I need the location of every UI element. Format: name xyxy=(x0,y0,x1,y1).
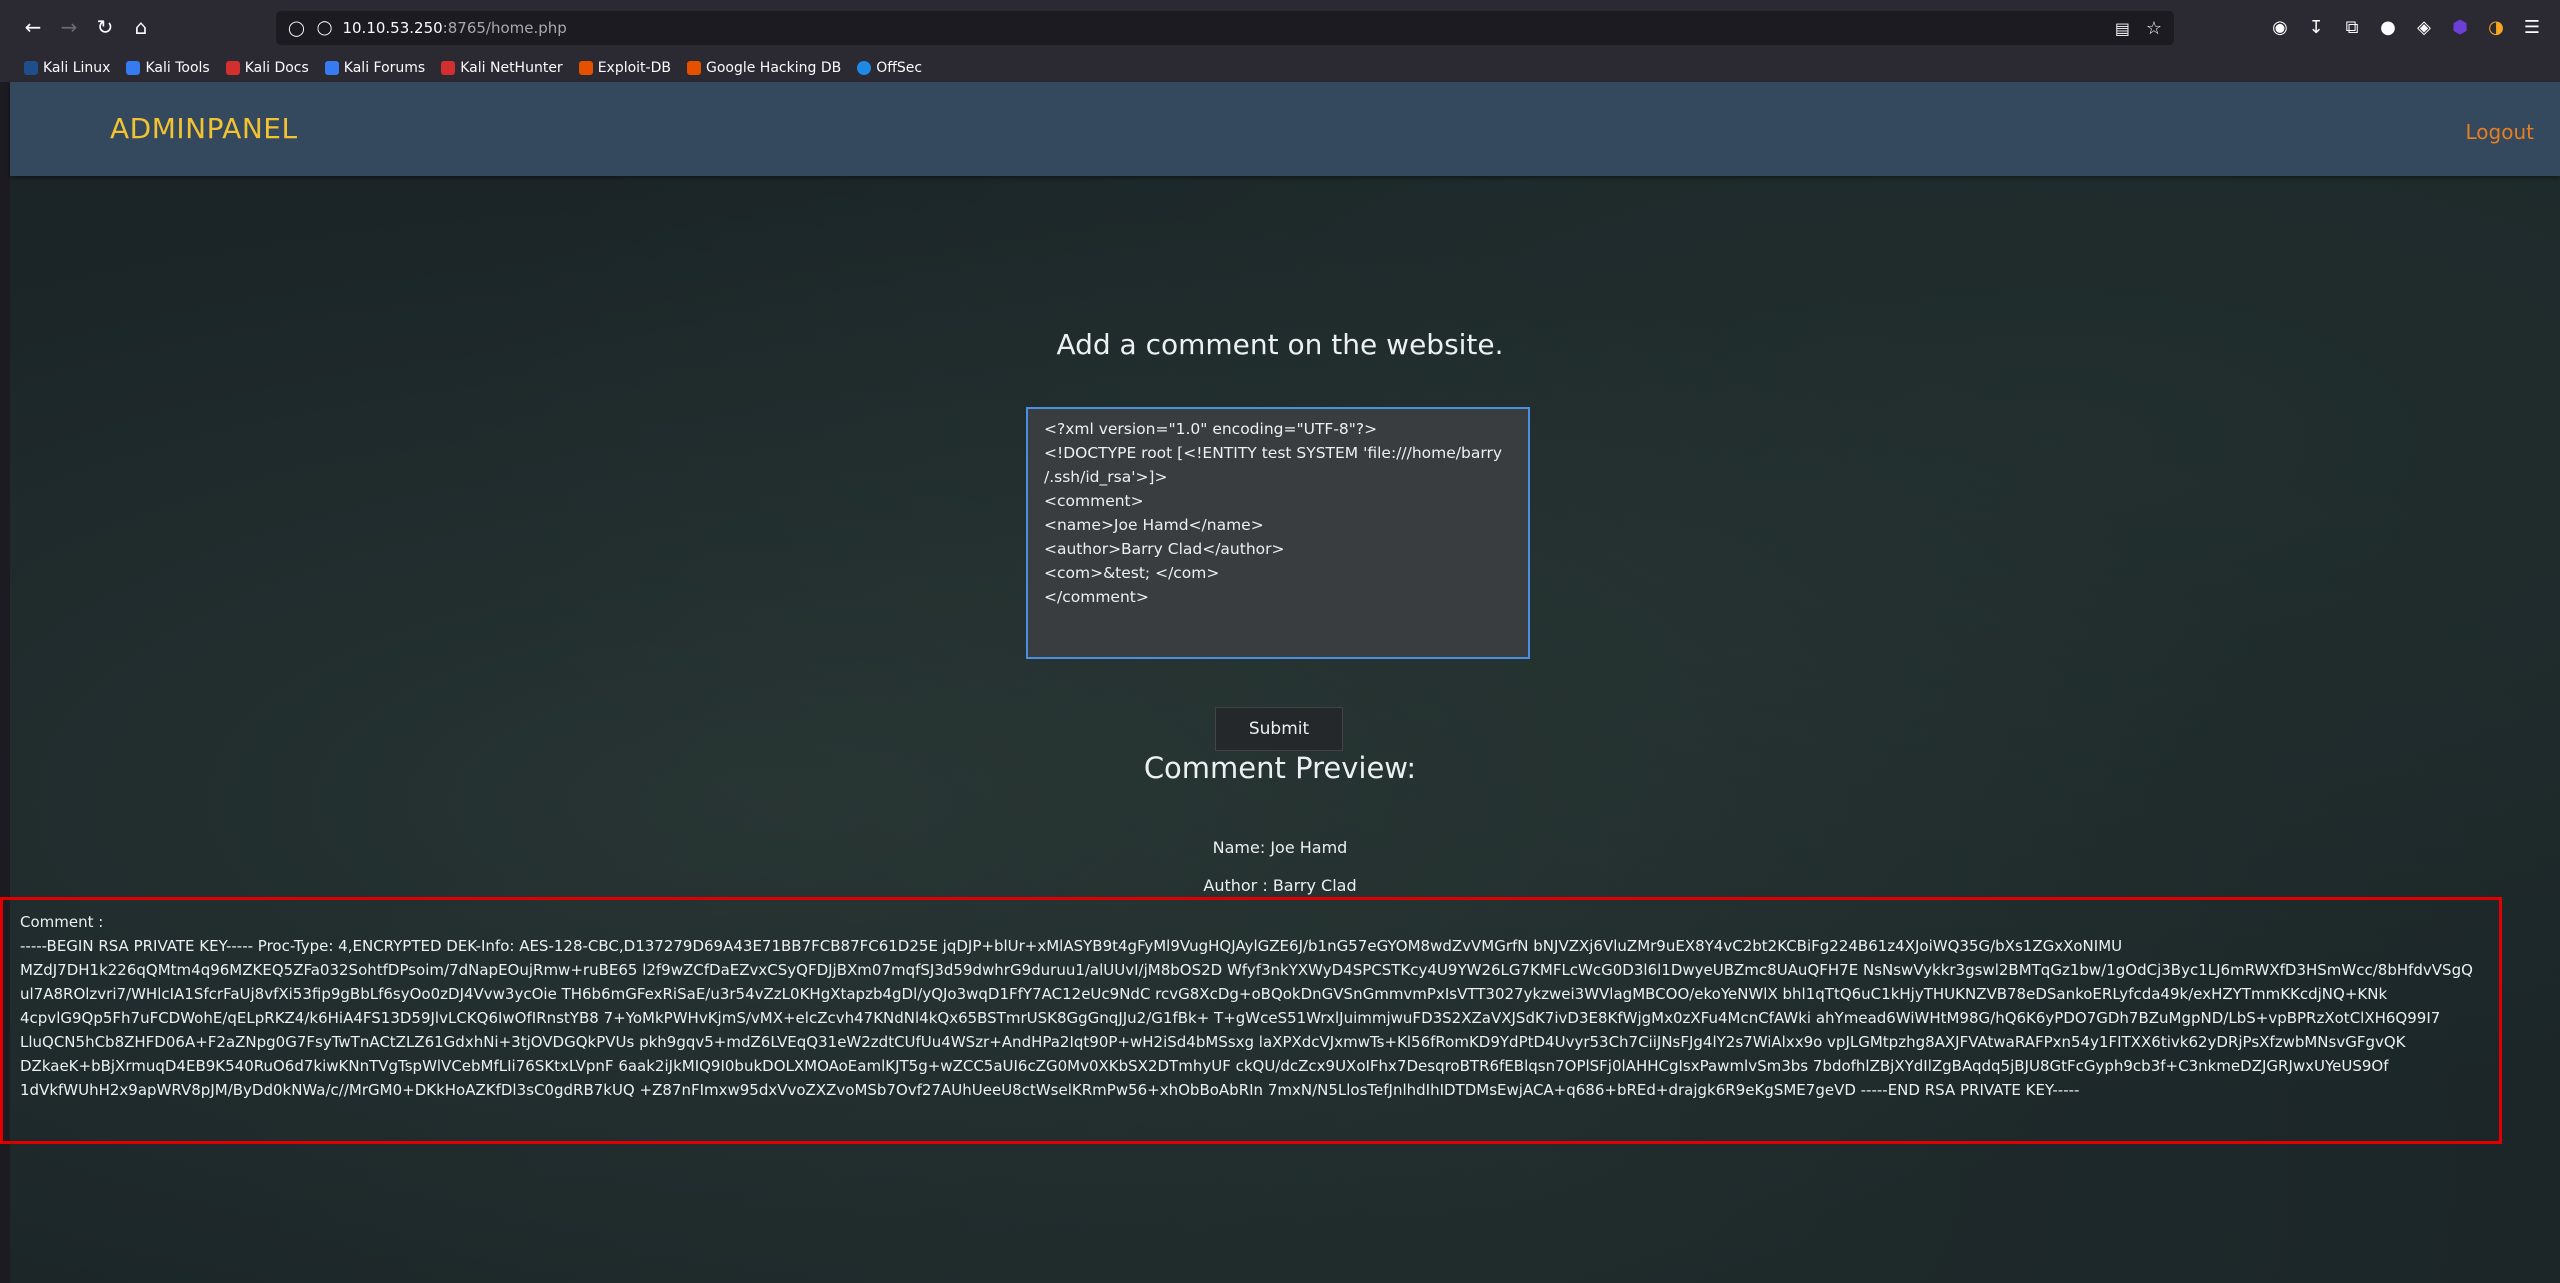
bookmark-label: OffSec xyxy=(876,60,923,76)
url-bar[interactable]: ◯ ◯ 10.10.53.250:8765/home.php ▤ ☆ xyxy=(276,11,2174,45)
bookmark-exploit-db[interactable]: Exploit-DB xyxy=(578,60,671,76)
bookmark-star-icon[interactable]: ☆ xyxy=(2146,18,2162,39)
browser-toolbar: ← → ↻ ⌂ ◯ ◯ 10.10.53.250:8765/home.php ▤… xyxy=(0,0,2560,54)
offsec-icon xyxy=(857,61,872,75)
exploit-db-icon xyxy=(578,61,593,75)
preview-name: Name: Joe Hamd xyxy=(1212,838,1348,857)
reload-icon[interactable]: ↻ xyxy=(89,11,121,43)
bookmark-label: Google Hacking DB xyxy=(705,60,842,76)
bookmark-label: Kali Linux xyxy=(43,60,111,76)
bookmark-label: Kali Forums xyxy=(343,60,426,76)
web-page: ADMINPANEL Logout Add a comment on the w… xyxy=(10,82,2560,1283)
menu-icon[interactable]: ☰ xyxy=(2518,11,2546,43)
ghdb-icon xyxy=(686,61,701,75)
preview-comment: Comment : -----BEGIN RSA PRIVATE KEY----… xyxy=(20,910,2505,1099)
shield-icon[interactable]: ◯ xyxy=(288,19,305,37)
kali-tools-icon xyxy=(126,61,141,75)
brand-logo[interactable]: ADMINPANEL xyxy=(110,112,298,145)
home-icon[interactable]: ⌂ xyxy=(125,11,157,43)
comment-text: -----BEGIN RSA PRIVATE KEY----- Proc-Typ… xyxy=(20,937,2473,1099)
comment-xml-textarea[interactable]: <?xml version="1.0" encoding="UTF-8"?> <… xyxy=(1026,407,1530,659)
lock-icon[interactable]: ◯ xyxy=(317,20,333,36)
logout-link[interactable]: Logout xyxy=(2466,120,2534,144)
downloads-icon[interactable]: ↧ xyxy=(2302,11,2330,43)
preview-author: Author : Barry Clad xyxy=(1203,876,1357,895)
bookmark-kali-tools[interactable]: Kali Tools xyxy=(126,60,210,76)
account-icon[interactable]: ● xyxy=(2374,11,2402,43)
bookmark-kali-linux[interactable]: Kali Linux xyxy=(24,60,110,76)
url-host: 10.10.53.250 xyxy=(342,19,443,37)
bookmark-label: Kali Tools xyxy=(145,60,210,76)
back-icon[interactable]: ← xyxy=(17,11,49,43)
bookmark-google-hacking-db[interactable]: Google Hacking DB xyxy=(686,60,842,76)
preview-title: Comment Preview: xyxy=(1143,751,1417,785)
kali-docs-icon xyxy=(225,61,240,75)
admin-navbar: ADMINPANEL Logout xyxy=(10,82,2560,176)
forward-icon[interactable]: → xyxy=(53,11,85,43)
submit-button[interactable]: Submit xyxy=(1215,707,1343,751)
bookmark-offsec[interactable]: OffSec xyxy=(857,60,922,76)
kali-forums-icon xyxy=(324,61,339,75)
wappalyzer-icon[interactable]: ⬢ xyxy=(2446,11,2474,43)
pocket-icon[interactable]: ◉ xyxy=(2266,11,2294,43)
url-path: :8765/home.php xyxy=(442,19,567,37)
hackbar-icon[interactable]: ◑ xyxy=(2482,11,2510,43)
bookmark-kali-forums[interactable]: Kali Forums xyxy=(324,60,426,76)
comment-label: Comment : xyxy=(20,913,104,931)
foxyproxy-icon[interactable]: ◈ xyxy=(2410,11,2438,43)
reader-view-icon[interactable]: ▤ xyxy=(2115,19,2130,38)
bookmarks-bar: Kali Linux Kali Tools Kali Docs Kali For… xyxy=(0,54,2560,82)
bookmark-label: Kali NetHunter xyxy=(460,60,563,76)
bookmark-kali-nethunter[interactable]: Kali NetHunter xyxy=(441,60,563,76)
bookmark-kali-docs[interactable]: Kali Docs xyxy=(225,60,309,76)
bookmark-label: Kali Docs xyxy=(244,60,309,76)
extensions-icon[interactable]: ⧉ xyxy=(2338,11,2366,43)
kali-icon xyxy=(24,61,38,75)
bookmark-label: Exploit-DB xyxy=(597,60,671,76)
nethunter-icon xyxy=(441,61,456,75)
form-heading: Add a comment on the website. xyxy=(1056,328,1504,361)
url-text[interactable]: 10.10.53.250:8765/home.php xyxy=(342,19,566,37)
toolbar-actions: ◉ ↧ ⧉ ● ◈ ⬢ ◑ ☰ xyxy=(2266,11,2546,43)
